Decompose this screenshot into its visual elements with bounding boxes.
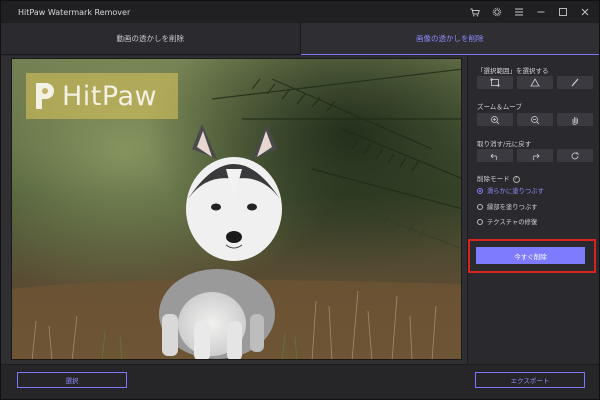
help-icon[interactable]: ?: [512, 175, 520, 183]
mode-option-label: 滑らかに塗りつぶす: [487, 188, 544, 195]
watermark-overlay: HitPaw: [26, 73, 178, 119]
zoom-tools: [477, 113, 593, 126]
radio-button[interactable]: [477, 187, 483, 194]
title-bar: HitPaw Watermark Remover: [1, 1, 599, 23]
redo-icon[interactable]: [517, 149, 553, 162]
image-canvas[interactable]: HitPaw: [1, 56, 467, 364]
history-label: 取り消す/元に戻す: [477, 140, 532, 148]
settings-icon[interactable]: [491, 6, 503, 18]
select-file-button[interactable]: 選択: [17, 372, 127, 388]
tools-panel: 「選択範囲」を選択する ズーム＆ムーブ 取り消す/元に戻す 削除モード ? 滑ら…: [467, 56, 599, 364]
mode-option-edge[interactable]: 縁部を塗りつぶす: [477, 202, 537, 211]
selection-tools: [477, 76, 593, 89]
cart-icon[interactable]: [469, 6, 481, 18]
remove-now-button[interactable]: 今すぐ削除: [476, 247, 585, 264]
removal-mode-label: 削除モード?: [477, 173, 520, 183]
mode-tabs: 動画の透かしを削除 画像の透かしを削除: [1, 23, 599, 55]
tab-image-watermark[interactable]: 画像の透かしを削除: [300, 23, 599, 55]
rectangle-select-icon[interactable]: [477, 76, 513, 89]
app-title: HitPaw Watermark Remover: [18, 7, 131, 17]
mode-option-smooth[interactable]: 滑らかに塗りつぶす: [477, 186, 544, 195]
zoom-label: ズーム＆ムーブ: [477, 103, 522, 111]
bottom-bar: 選択 エクスポート: [1, 364, 599, 399]
tab-video-watermark[interactable]: 動画の透かしを削除: [1, 23, 300, 54]
radio-button[interactable]: [477, 218, 483, 225]
photo-preview[interactable]: HitPaw: [11, 58, 462, 360]
window-controls: [469, 1, 591, 23]
history-tools: [477, 149, 593, 162]
mode-option-label: テクスチャの修復: [487, 219, 538, 226]
hand-icon[interactable]: [557, 113, 593, 126]
selection-label: 「選択範囲」を選択する: [477, 67, 549, 75]
undo-icon[interactable]: [477, 149, 513, 162]
zoom-out-icon[interactable]: [517, 113, 553, 126]
app-window: HitPaw Watermark Remover 動画の透かしを削除 画像の透か…: [0, 0, 600, 400]
maximize-icon[interactable]: [557, 6, 569, 18]
mode-option-label: 縁部を塗りつぶす: [487, 204, 538, 211]
zoom-in-icon[interactable]: [477, 113, 513, 126]
polygon-select-icon[interactable]: [517, 76, 553, 89]
export-button[interactable]: エクスポート: [475, 372, 585, 388]
hitpaw-logo-icon: [34, 81, 56, 111]
removal-mode-text: 削除モード: [477, 175, 510, 183]
mode-option-texture[interactable]: テクスチャの修復: [477, 217, 537, 226]
brush-icon[interactable]: [557, 76, 593, 89]
watermark-text: HitPaw: [62, 80, 158, 112]
close-icon[interactable]: [579, 6, 591, 18]
radio-button[interactable]: [477, 203, 483, 210]
minimize-icon[interactable]: [535, 6, 547, 18]
reset-icon[interactable]: [557, 149, 593, 162]
menu-icon[interactable]: [513, 6, 525, 18]
